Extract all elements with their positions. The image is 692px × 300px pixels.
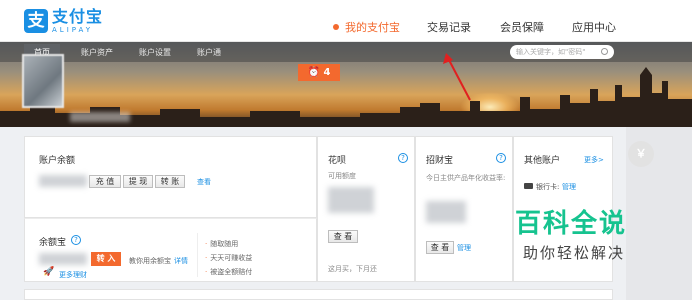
zhaocai-manage-link[interactable]: 管理 (457, 243, 471, 253)
huabei-panel: 花呗 ? 可用额度 查 看 这月买，下月还 (317, 136, 415, 282)
other-more-link[interactable]: 更多> (584, 155, 604, 165)
alipay-logo-icon: 支 (24, 9, 48, 33)
feature-daily-earnings: 天天可赚收益 (205, 253, 252, 263)
account-balance-panel: 账户余额 充 值 提 现 转 账 查看 (24, 136, 317, 218)
transfer-in-button[interactable]: 转 入 (91, 252, 121, 266)
help-icon[interactable]: ? (496, 153, 506, 163)
available-limit-label: 可用额度 (328, 172, 356, 180)
blurred-yield-value (426, 201, 466, 223)
active-dot-icon (333, 24, 339, 30)
nav-transactions[interactable]: 交易记录 (427, 19, 471, 35)
blurred-limit-amount (328, 187, 374, 213)
top-header: 支 支付宝 ALIPAY 我的支付宝 交易记录 会员保障 应用中心 (0, 0, 692, 42)
blurred-username (70, 112, 130, 122)
subnav-account-settings[interactable]: 账户设置 (132, 46, 178, 59)
balance-view-link[interactable]: 查看 (197, 177, 211, 187)
subnav-account-assets[interactable]: 账户资产 (74, 46, 120, 59)
watermark-sub-text: 助你轻松解决 (523, 244, 626, 262)
withdraw-button[interactable]: 提 现 (123, 175, 153, 188)
nav-my-alipay[interactable]: 我的支付宝 (333, 19, 400, 35)
recharge-button[interactable]: 充 值 (89, 175, 121, 188)
watermark-main-text: 百科全说 (515, 209, 628, 239)
other-accounts-title: 其他账户 (524, 156, 561, 166)
help-icon[interactable]: ? (398, 153, 408, 163)
help-icon[interactable]: ? (71, 235, 81, 245)
blurred-balance-amount (39, 175, 87, 187)
bank-card-manage-link[interactable]: 管理 (562, 182, 576, 192)
annual-yield-label: 今日主供产品年化收益率: (426, 174, 506, 182)
huabei-title: 花呗 (328, 156, 347, 166)
search-icon[interactable] (601, 48, 608, 55)
subnav-account-link[interactable]: 账户通 (190, 46, 228, 59)
more-finance-link[interactable]: 更多理财 (59, 270, 87, 280)
huabei-view-button[interactable]: 查 看 (328, 230, 358, 243)
feature-withdraw-anytime: 随取随用 (205, 239, 238, 249)
zhaocaibao-title: 招财宝 (426, 156, 454, 166)
bank-card-label: 银行卡: (536, 183, 560, 191)
yuebao-panel: 余额宝 ? 转 入 教你用余额宝 详情 🚀 更多理财 随取随用 天天可赚收益 被… (24, 218, 317, 282)
feature-divider (197, 233, 198, 277)
logo-text-en: ALIPAY (52, 25, 94, 34)
alipay-logo[interactable]: 支 支付宝 ALIPAY (24, 8, 103, 34)
balance-title: 账户余额 (39, 156, 76, 166)
yuebao-detail-link[interactable]: 详情 (174, 256, 188, 266)
bank-card-icon (524, 183, 533, 189)
nav-member-protection[interactable]: 会员保障 (500, 19, 544, 35)
feature-theft-compensation: 被盗全额赔付 (205, 267, 252, 277)
rocket-icon: 🚀 (43, 267, 55, 277)
profile-banner: 首页 账户资产 账户设置 账户通 输入关键字，如"密码" ⏰ 4 (0, 42, 692, 127)
next-section-edge (24, 289, 613, 300)
blurred-yuebao-amount (39, 253, 87, 265)
baike-watermark-logo: 百科全说 助你轻松解决 (505, 195, 668, 273)
huabei-slogan: 这月买，下月还 (328, 265, 377, 273)
logo-text-cn: 支付宝 (52, 6, 104, 26)
yen-icon[interactable]: ￥ (628, 141, 654, 167)
transfer-button[interactable]: 转 账 (155, 175, 185, 188)
sub-nav-bar: 首页 账户资产 账户设置 账户通 输入关键字，如"密码" (0, 42, 692, 62)
nav-app-center[interactable]: 应用中心 (572, 19, 616, 35)
yuebao-title: 余额宝 (39, 238, 67, 248)
zhaocaibao-panel: 招财宝 ? 今日主供产品年化收益率: 查 看 管理 (415, 136, 513, 282)
yuebao-hint: 教你用余额宝 (129, 257, 171, 265)
avatar[interactable] (22, 54, 64, 108)
zhaocai-view-button[interactable]: 查 看 (426, 241, 454, 254)
left-margin (0, 127, 24, 300)
alarm-notification-badge[interactable]: ⏰ 4 (298, 64, 340, 81)
search-input[interactable]: 输入关键字，如"密码" (510, 45, 614, 59)
